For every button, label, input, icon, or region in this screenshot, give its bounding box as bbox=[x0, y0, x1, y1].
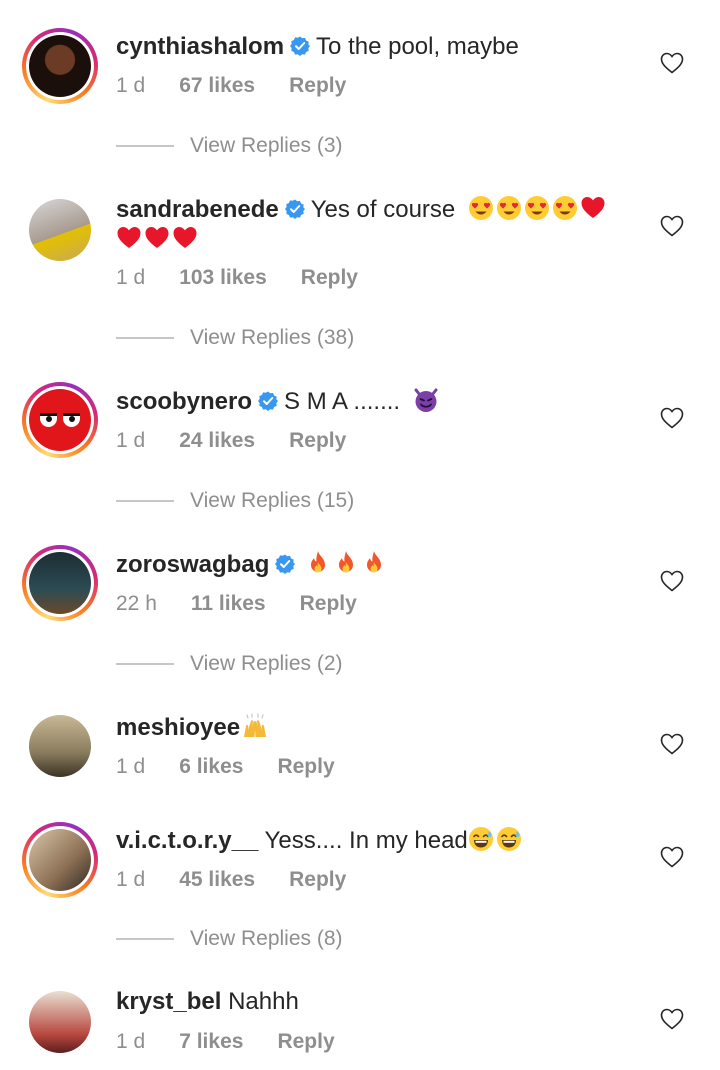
comment-username[interactable]: cynthiashalom bbox=[116, 33, 284, 60]
heart-eyes-emoji-icon bbox=[524, 195, 550, 221]
like-heart-icon[interactable] bbox=[660, 570, 684, 592]
view-replies-label: View Replies (15) bbox=[190, 489, 355, 512]
view-replies-label: View Replies (2) bbox=[190, 652, 343, 675]
divider-line bbox=[116, 500, 174, 502]
comment-likes[interactable]: 6 likes bbox=[179, 755, 243, 779]
verified-badge-icon bbox=[285, 199, 305, 219]
divider-line bbox=[116, 663, 174, 665]
comment-time: 1 d bbox=[116, 755, 146, 778]
comment-likes[interactable]: 45 likes bbox=[179, 868, 255, 892]
verified-badge-icon bbox=[290, 36, 310, 56]
comment-text: To the pool, maybe bbox=[316, 33, 519, 60]
red-heart-emoji-icon bbox=[580, 195, 606, 221]
avatar bbox=[29, 991, 91, 1053]
fire-emoji-icon bbox=[305, 550, 331, 576]
avatar-plain[interactable] bbox=[22, 708, 98, 784]
avatar bbox=[29, 829, 91, 891]
view-replies-button[interactable]: View Replies (3) bbox=[116, 134, 343, 158]
avatar-story-ring[interactable] bbox=[22, 545, 98, 621]
like-heart-icon[interactable] bbox=[660, 215, 684, 237]
comment-time: 1 d bbox=[116, 266, 146, 289]
comment-time: 1 d bbox=[116, 868, 146, 891]
divider-line bbox=[116, 938, 174, 940]
comment-username[interactable]: scoobynero bbox=[116, 388, 252, 415]
verified-badge-icon bbox=[275, 554, 295, 574]
view-replies-label: View Replies (3) bbox=[190, 134, 343, 157]
comment-likes[interactable]: 103 likes bbox=[179, 266, 267, 290]
avatar-story-ring[interactable] bbox=[22, 28, 98, 104]
red-heart-emoji-icon bbox=[172, 225, 198, 251]
reply-button[interactable]: Reply bbox=[300, 592, 357, 616]
divider-line bbox=[116, 337, 174, 339]
comment-username[interactable]: meshioyee bbox=[116, 714, 240, 741]
view-replies-button[interactable]: View Replies (2) bbox=[116, 652, 343, 676]
divider-line bbox=[116, 145, 174, 147]
avatar-plain[interactable] bbox=[22, 192, 98, 268]
comment-time: 1 d bbox=[116, 429, 146, 452]
reply-button[interactable]: Reply bbox=[301, 266, 358, 290]
avatar bbox=[29, 552, 91, 614]
comment-text: S M A ....... bbox=[284, 388, 401, 415]
comment-time: 1 d bbox=[116, 1030, 146, 1053]
reply-button[interactable]: Reply bbox=[277, 755, 334, 779]
grinning-sweat-emoji-icon bbox=[468, 826, 494, 852]
reply-button[interactable]: Reply bbox=[289, 74, 346, 98]
verified-badge-icon bbox=[258, 391, 278, 411]
comment-text: Yess.... In my head bbox=[264, 827, 468, 854]
red-heart-emoji-icon bbox=[144, 225, 170, 251]
red-heart-emoji-icon bbox=[116, 225, 142, 251]
heart-eyes-emoji-icon bbox=[468, 195, 494, 221]
avatar-story-ring[interactable] bbox=[22, 382, 98, 458]
avatar bbox=[29, 35, 91, 97]
comment-username[interactable]: zoroswagbag bbox=[116, 551, 269, 578]
avatar bbox=[29, 389, 91, 451]
reply-button[interactable]: Reply bbox=[289, 429, 346, 453]
raising-hands-emoji-icon bbox=[242, 713, 268, 739]
grinning-sweat-emoji-icon bbox=[496, 826, 522, 852]
comment-likes[interactable]: 11 likes bbox=[191, 592, 266, 616]
comment-likes[interactable]: 24 likes bbox=[179, 429, 255, 453]
view-replies-label: View Replies (38) bbox=[190, 326, 355, 349]
fire-emoji-icon bbox=[333, 550, 359, 576]
comment-text: Nahhh bbox=[228, 988, 299, 1015]
avatar-story-ring[interactable] bbox=[22, 822, 98, 898]
comment-time: 1 d bbox=[116, 74, 146, 97]
like-heart-icon[interactable] bbox=[660, 1008, 684, 1030]
comment-username[interactable]: kryst_bel bbox=[116, 988, 221, 1015]
avatar bbox=[29, 199, 91, 261]
like-heart-icon[interactable] bbox=[660, 52, 684, 74]
avatar-plain[interactable] bbox=[22, 984, 98, 1060]
view-replies-button[interactable]: View Replies (15) bbox=[116, 489, 354, 513]
comment-likes[interactable]: 7 likes bbox=[179, 1030, 243, 1054]
view-replies-label: View Replies (8) bbox=[190, 927, 343, 950]
like-heart-icon[interactable] bbox=[660, 733, 684, 755]
heart-eyes-emoji-icon bbox=[496, 195, 522, 221]
avatar bbox=[29, 715, 91, 777]
reply-button[interactable]: Reply bbox=[289, 868, 346, 892]
view-replies-button[interactable]: View Replies (38) bbox=[116, 326, 354, 350]
comment-likes[interactable]: 67 likes bbox=[179, 74, 255, 98]
fire-emoji-icon bbox=[361, 550, 387, 576]
like-heart-icon[interactable] bbox=[660, 846, 684, 868]
comment-text: Yes of course bbox=[310, 196, 456, 223]
comment-username[interactable]: sandrabenede bbox=[116, 196, 279, 223]
heart-eyes-emoji-icon bbox=[552, 195, 578, 221]
comment-time: 22 h bbox=[116, 592, 157, 615]
view-replies-button[interactable]: View Replies (8) bbox=[116, 927, 343, 951]
reply-button[interactable]: Reply bbox=[277, 1030, 334, 1054]
like-heart-icon[interactable] bbox=[660, 407, 684, 429]
smiling-imp-emoji-icon bbox=[413, 387, 439, 413]
comment-username[interactable]: v.i.c.t.o.r.y__ bbox=[116, 827, 258, 854]
